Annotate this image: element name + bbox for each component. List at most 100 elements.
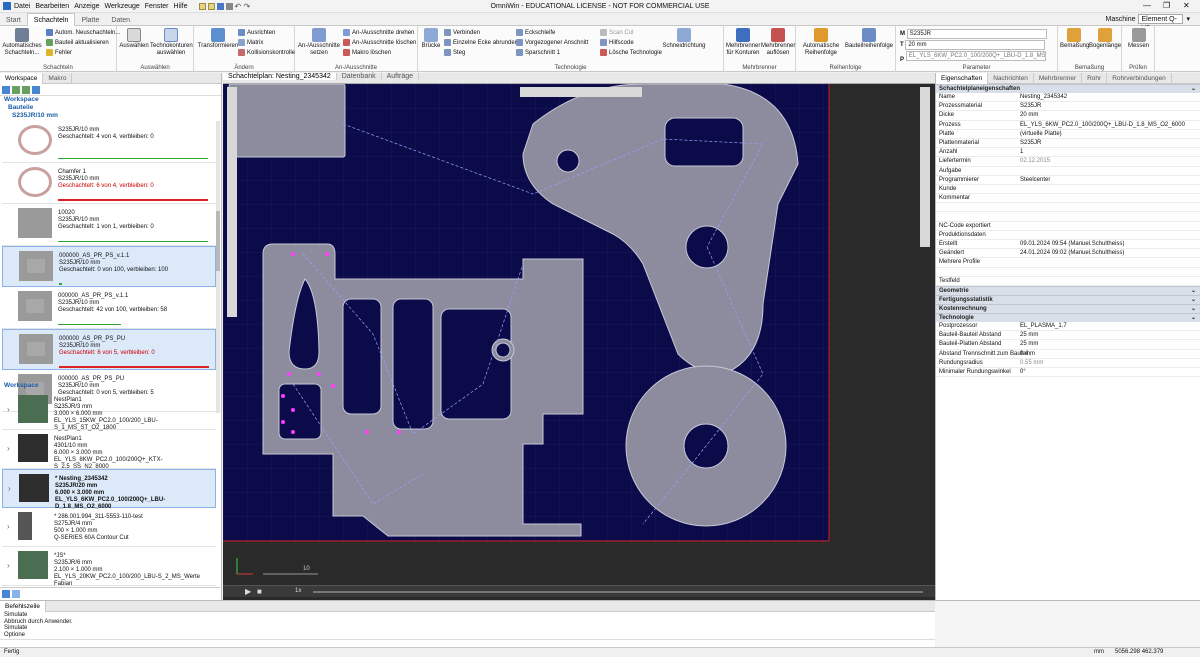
maximize-icon[interactable]: ❐	[1163, 1, 1170, 10]
align-button[interactable]: Ausrichten	[238, 29, 275, 37]
new-icon[interactable]	[198, 2, 206, 10]
nest-row[interactable]: › NestPlan1 4301/10 mm 6.000 × 3.000 mm EL_Y…	[2, 430, 216, 470]
property-row[interactable]: Bauteil-Platten Abstand 25 mm	[936, 340, 1200, 350]
property-row[interactable]: Mehrere Profile	[936, 258, 1200, 268]
multi-torch-dissolve-button[interactable]: Mehrbrenner auflösen	[761, 28, 795, 57]
part-row[interactable]: 10020 S235JR/10 mm Geschachtelt: 1 von 1, …	[2, 204, 216, 246]
part-row[interactable]: 000000_AS_PR_PS_v.1.1 S235JR/10 mm Geschac…	[2, 287, 216, 329]
property-section[interactable]: Fertigungsstatistik ⌄	[936, 294, 1200, 304]
close-icon[interactable]: ✕	[1183, 1, 1190, 10]
property-row[interactable]: Produktionsdaten	[936, 231, 1200, 240]
right-tab-4[interactable]: Rohrverbindungen	[1107, 73, 1172, 84]
tree-view-icon[interactable]	[2, 86, 10, 94]
property-value[interactable]: 0°	[1020, 368, 1026, 377]
select-techno-contours-button[interactable]: Technokonturen auswählen	[150, 28, 193, 57]
property-value[interactable]: EL_YLS_6KW_PC2.0_100/200Q+_LBU-D_1.8_MS_…	[1020, 121, 1185, 130]
delete-technology-button[interactable]: Lösche Technologie	[600, 49, 662, 57]
property-section[interactable]: Geometrie ⌄	[936, 285, 1200, 295]
nest-row[interactable]: › * 286.001.994_311-5553-110-test S275JR/4…	[2, 508, 216, 547]
tab-nesting-plan[interactable]: Schachtelplan: Nesting_2345342	[223, 73, 337, 80]
menu-item-1[interactable]: Bearbeiten	[35, 3, 69, 10]
property-row[interactable]: Postprozessor EL_PLASMA_1.7	[936, 322, 1200, 332]
part-top-left[interactable]	[228, 84, 346, 158]
property-value[interactable]: Steelcenter	[1020, 176, 1050, 185]
tree-bauteile[interactable]: Bauteile	[0, 104, 221, 112]
dimension-button[interactable]: Bemaßung	[1060, 28, 1089, 50]
tab-command[interactable]: Befehlszeile	[0, 601, 47, 612]
property-value[interactable]: 25 mm	[1020, 331, 1038, 340]
multi-torch-contours-button[interactable]: Mehrbrenner für Konturen	[726, 28, 760, 57]
tab-auftraege[interactable]: Aufträge	[382, 73, 420, 80]
property-row[interactable]: Dicke 20 mm	[936, 111, 1200, 121]
expand-icon[interactable]: ›	[7, 561, 10, 570]
process-param[interactable]: P EL_YLS_6KW_PC2.0_100/200Q+_LBU-D_1.8_M…	[900, 51, 1046, 63]
property-row[interactable]: Liefertermin 02.12.2015	[936, 157, 1200, 167]
property-value[interactable]: EL_PLASMA_1.7	[1020, 322, 1067, 331]
property-row[interactable]: Prozessmaterial S235JR	[936, 102, 1200, 112]
open-icon[interactable]	[207, 2, 215, 10]
tab-datenbank[interactable]: Datenbank	[337, 73, 382, 80]
tree-workspace[interactable]: Workspace	[0, 96, 221, 104]
rotate-leadins-button[interactable]: An-/Ausschnitte drehen	[343, 29, 414, 37]
property-row[interactable]	[936, 268, 1200, 277]
filter-icon[interactable]	[22, 86, 30, 94]
nesting-canvas[interactable]: 10	[223, 84, 935, 600]
bridge-button[interactable]: Brücke	[420, 28, 442, 50]
property-row[interactable]: Kunde	[936, 185, 1200, 195]
right-tab-3[interactable]: Rohr	[1082, 73, 1108, 84]
auto-renest-button[interactable]: Autom. Neuschachteln...	[46, 29, 120, 37]
tab-workspace[interactable]: Workspace	[0, 73, 44, 84]
nest-row[interactable]: › *JS* S235JR/6 mm 2.100 × 1.000 mm EL_YLS_2…	[2, 547, 216, 587]
property-row[interactable]: Abstand Trennschnitt zum Bauteil 0 mm	[936, 350, 1200, 359]
part-list-scrollbar[interactable]	[216, 121, 220, 413]
add-part-icon[interactable]	[12, 86, 20, 94]
part-sequence-button[interactable]: Bauteilreihenfolge	[844, 28, 894, 50]
right-tab-2[interactable]: Mehrbrenner	[1034, 73, 1083, 84]
connect-button[interactable]: Verbinden	[444, 29, 480, 37]
property-value[interactable]: 0 mm	[1020, 350, 1035, 359]
property-row[interactable]: Name Nesting_2345342	[936, 93, 1200, 103]
undo-icon[interactable]: ↶	[235, 2, 242, 10]
measure-button[interactable]: Messen	[1124, 28, 1153, 50]
tree-material[interactable]: S235JR/10 mm	[0, 112, 221, 120]
play-icon[interactable]: ▶	[245, 587, 251, 596]
property-row[interactable]: Geändert 24.01.2024 09:02 (Manuel.Schulth…	[936, 249, 1200, 259]
property-row[interactable]: Testfeld	[936, 277, 1200, 286]
property-row[interactable]: NC-Code exportiert	[936, 222, 1200, 231]
select-button[interactable]: Auswählen	[119, 28, 149, 50]
stop-icon[interactable]: ■	[257, 587, 262, 596]
property-row[interactable]: Anzahl 1	[936, 148, 1200, 158]
detail-view-icon[interactable]	[12, 590, 20, 598]
part-row[interactable]: 000000_AS_PR_PS_PU S235JR/10 mm Geschachte…	[2, 328, 216, 370]
part-row[interactable]: S235JR/10 mm Geschachtelt: 4 von 4, verbl…	[2, 121, 216, 163]
property-value[interactable]: 1	[1020, 148, 1023, 157]
property-row[interactable]: Platte (virtuelle Platte)	[936, 130, 1200, 139]
delete-leadins-button[interactable]: An-/Ausschnitte löschen	[343, 39, 416, 47]
update-part-button[interactable]: Bauteil aktualisieren	[46, 39, 109, 47]
expand-icon[interactable]: ›	[7, 405, 10, 414]
tab-makro[interactable]: Makro	[43, 73, 73, 84]
grid-view-icon[interactable]	[32, 86, 40, 94]
property-row[interactable]	[936, 212, 1200, 222]
transform-button[interactable]: Transformieren	[196, 28, 240, 50]
print-icon[interactable]	[225, 2, 233, 10]
right-tab-1[interactable]: Nachrichten	[988, 73, 1034, 84]
web-button[interactable]: Steg	[444, 49, 465, 57]
economy-cut-button[interactable]: Sparschnitt 1	[516, 49, 560, 57]
minimize-icon[interactable]: —	[1143, 1, 1151, 10]
drawing-area[interactable]: Schachtelplan: Nesting_2345342 Datenbank A…	[223, 73, 935, 600]
property-value[interactable]: 09.01.2024 09:54 (Manuel.Schultheiss)	[1020, 240, 1124, 249]
round-corner-button[interactable]: Einzelne Ecke abrunden	[444, 39, 518, 47]
property-value[interactable]: 25 mm	[1020, 340, 1038, 349]
nest-row[interactable]: › * Nesting_2345342 S235JR/20 mm 6.000 × 3.…	[2, 469, 216, 510]
menu-item-5[interactable]: Hilfe	[174, 3, 188, 10]
menu-item-4[interactable]: Fenster	[145, 3, 169, 10]
property-value[interactable]: Nesting_2345342	[1020, 93, 1067, 102]
expand-icon[interactable]: ›	[8, 484, 11, 493]
property-row[interactable]: Programmierer Steelcenter	[936, 176, 1200, 185]
nest-row[interactable]: › NestPlan1 S235JR/3 mm 3.000 × 6.000 mm EL_…	[2, 391, 216, 431]
cut-direction-button[interactable]: Schneidrichtung	[662, 28, 706, 50]
property-row[interactable]: Bauteil-Bauteil Abstand 25 mm	[936, 331, 1200, 341]
menu-item-2[interactable]: Anzeige	[74, 3, 99, 10]
property-value[interactable]: 24.01.2024 09:02 (Manuel.Schultheiss)	[1020, 249, 1124, 258]
